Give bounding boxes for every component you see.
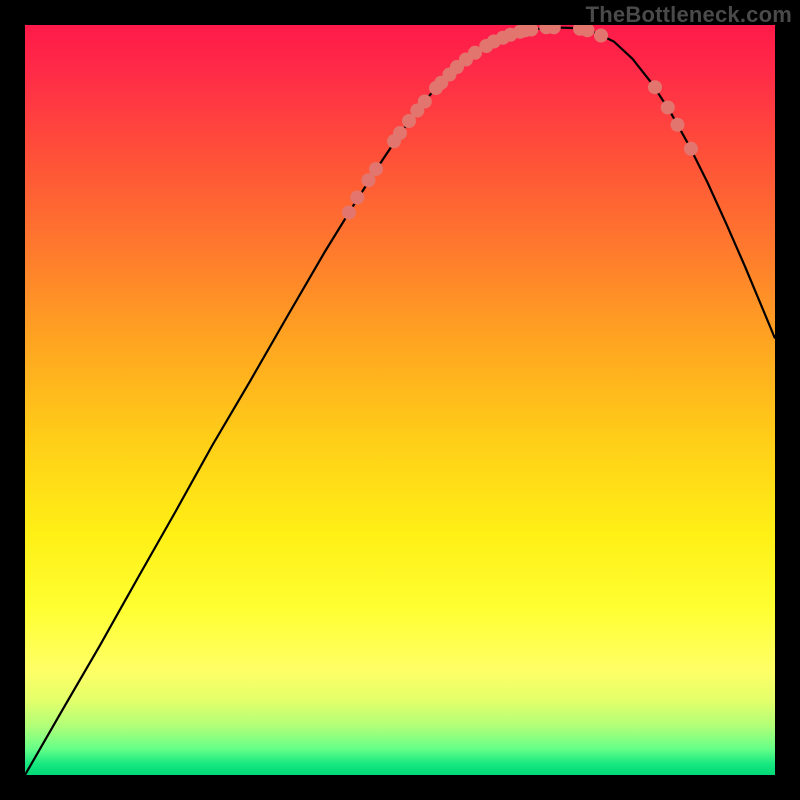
- data-point: [648, 80, 662, 94]
- data-point: [369, 162, 383, 176]
- chart-overlay: [25, 25, 775, 775]
- data-point: [393, 126, 407, 140]
- data-point: [671, 118, 685, 132]
- data-points: [342, 25, 698, 219]
- data-point: [342, 206, 356, 220]
- data-point: [684, 142, 698, 156]
- data-point: [661, 101, 675, 115]
- chart-frame: TheBottleneck.com: [0, 0, 800, 800]
- plot-area: [25, 25, 775, 775]
- watermark-text: TheBottleneck.com: [586, 2, 792, 28]
- data-point: [418, 95, 432, 109]
- data-point: [594, 29, 608, 43]
- data-point: [350, 191, 364, 205]
